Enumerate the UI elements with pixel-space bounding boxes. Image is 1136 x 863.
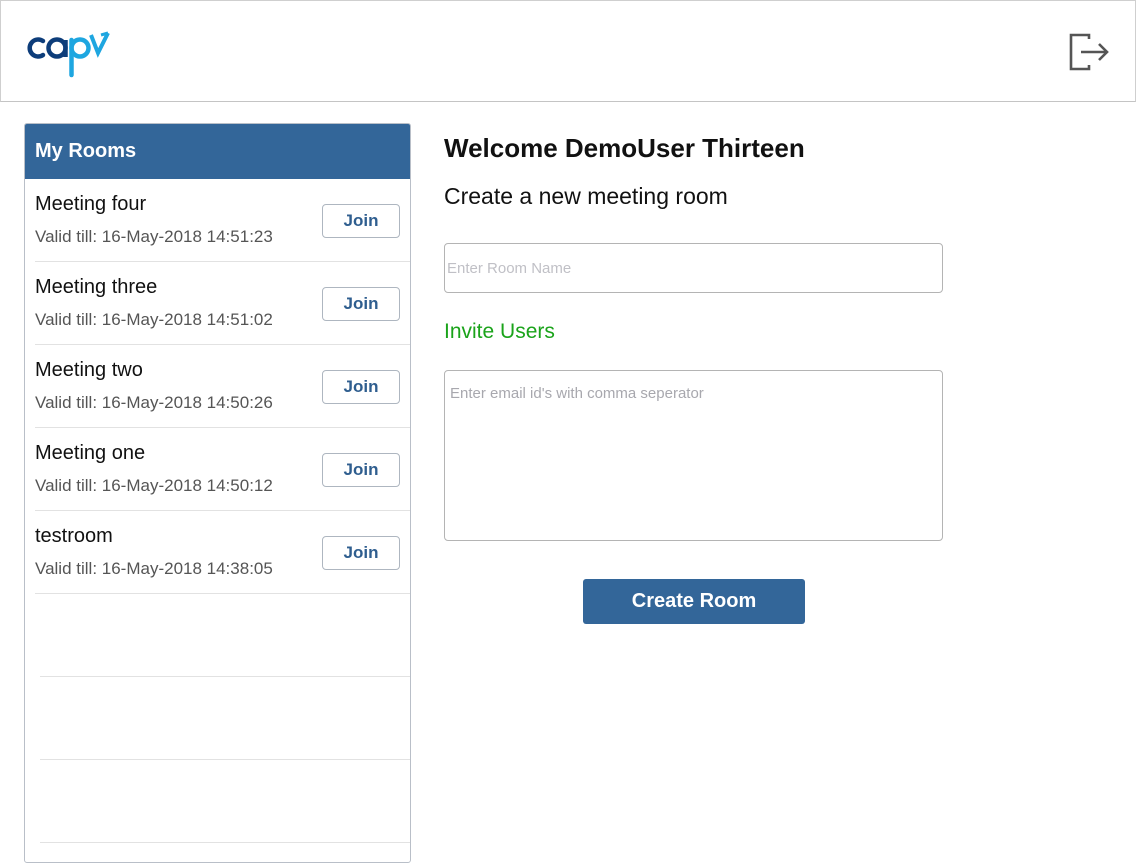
room-valid-till: Valid till: 16-May-2018 14:38:05 — [35, 559, 273, 578]
create-room-button[interactable]: Create Room — [583, 579, 805, 624]
room-name-input[interactable] — [444, 243, 943, 293]
room-valid-till: Valid till: 16-May-2018 14:51:23 — [35, 227, 273, 246]
create-room-section: Welcome DemoUser Thirteen Create a new m… — [444, 0, 944, 852]
logout-icon[interactable] — [1067, 31, 1111, 73]
invite-users-label: Invite Users — [444, 320, 555, 343]
room-valid-till: Valid till: 16-May-2018 14:50:26 — [35, 393, 273, 412]
join-button[interactable]: Join — [322, 204, 400, 238]
room-name: Meeting two — [35, 359, 143, 381]
room-list-item: Meeting four Valid till: 16-May-2018 14:… — [35, 179, 410, 262]
welcome-heading: Welcome DemoUser Thirteen — [444, 133, 805, 163]
room-valid-till: Valid till: 16-May-2018 14:51:02 — [35, 310, 273, 329]
room-list-item: Meeting one Valid till: 16-May-2018 14:5… — [35, 428, 410, 511]
join-button[interactable]: Join — [322, 287, 400, 321]
room-name: Meeting four — [35, 193, 147, 215]
empty-list-row — [40, 760, 410, 843]
empty-list-row — [40, 677, 410, 760]
join-button[interactable]: Join — [322, 536, 400, 570]
my-rooms-panel: My Rooms Meeting four Valid till: 16-May… — [24, 123, 411, 863]
room-name: testroom — [35, 525, 113, 547]
room-list-item: Meeting two Valid till: 16-May-2018 14:5… — [35, 345, 410, 428]
join-button[interactable]: Join — [322, 453, 400, 487]
room-name: Meeting three — [35, 276, 158, 298]
invite-emails-input[interactable] — [444, 370, 943, 541]
room-name: Meeting one — [35, 442, 146, 464]
capv-logo — [27, 31, 110, 78]
room-list-item: Meeting three Valid till: 16-May-2018 14… — [35, 262, 410, 345]
create-room-title: Create a new meeting room — [444, 183, 728, 209]
room-list-item: testroom Valid till: 16-May-2018 14:38:0… — [35, 511, 410, 594]
join-button[interactable]: Join — [322, 370, 400, 404]
room-valid-till: Valid till: 16-May-2018 14:50:12 — [35, 476, 273, 495]
my-rooms-title: My Rooms — [25, 124, 410, 179]
empty-list-row — [40, 594, 410, 677]
